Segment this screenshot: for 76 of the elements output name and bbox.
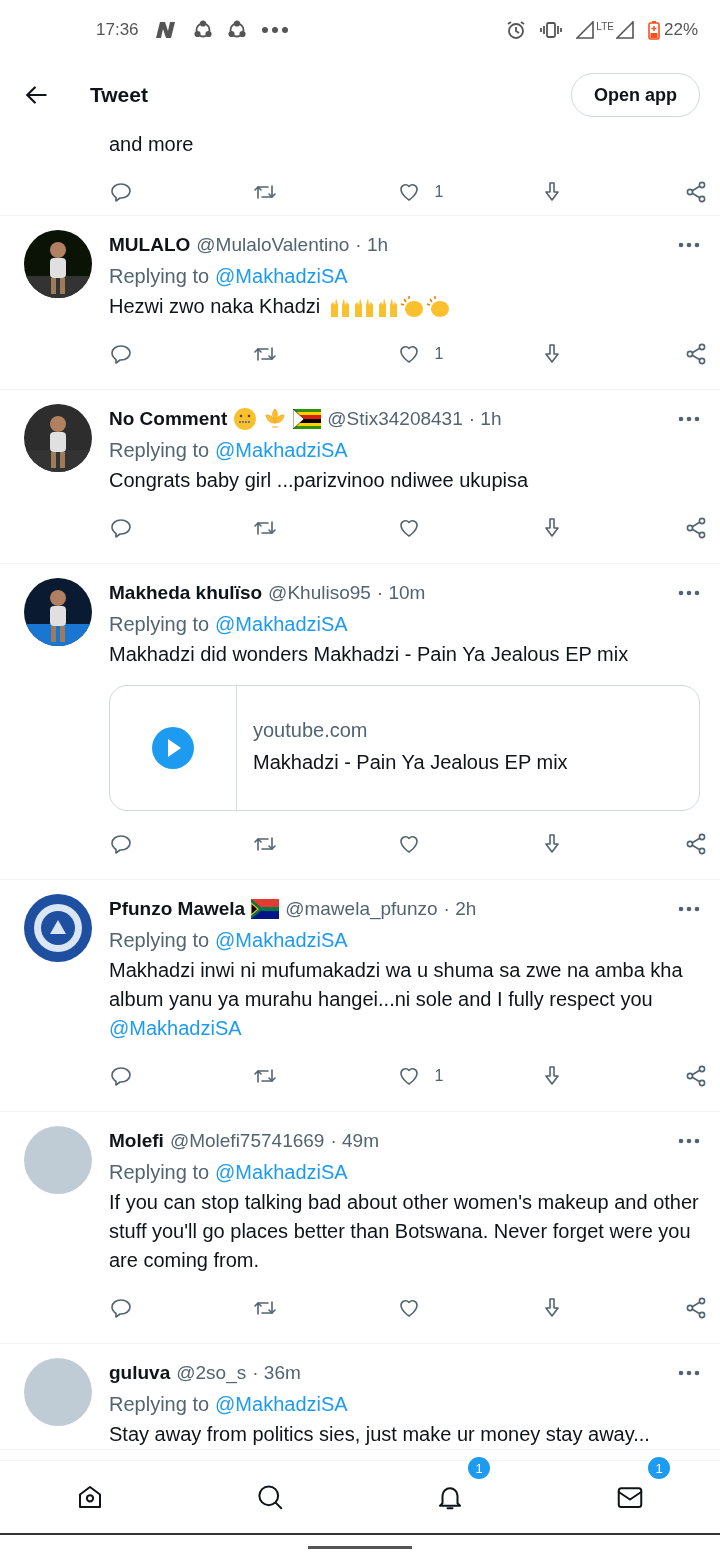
battery-level: 22%: [663, 20, 698, 40]
handle[interactable]: @Molefi75741669: [169, 1130, 325, 1152]
more-icon: [260, 26, 289, 34]
reply-icon[interactable]: [109, 180, 133, 204]
display-name[interactable]: No Comment: [109, 408, 228, 430]
share-icon[interactable]: [684, 1064, 708, 1088]
notification-badge: 1: [646, 1455, 672, 1481]
signal-icon: [576, 21, 595, 39]
zipper-face-emoji-icon: [233, 407, 258, 431]
clock: 17:36: [96, 20, 139, 40]
handle[interactable]: @mawela_pfunzo: [285, 898, 438, 920]
handle[interactable]: @Khuliso95: [268, 582, 371, 604]
reply-icon[interactable]: [109, 1064, 133, 1088]
like-count: 1: [434, 1067, 444, 1085]
share-icon[interactable]: [684, 1296, 708, 1320]
fleur-de-lis-icon: [263, 407, 288, 431]
display-name[interactable]: Pfunzo Mawela: [109, 898, 246, 920]
replying-label: Replying to: [109, 264, 210, 288]
replying-label: Replying to: [109, 612, 210, 636]
display-name[interactable]: Makheda khulïso: [109, 582, 263, 604]
more-icon[interactable]: [678, 590, 700, 596]
like-count: 1: [434, 345, 444, 363]
tweet-text: Hezwi zwo naka Khadzi: [109, 294, 321, 319]
network-type: LTE: [596, 21, 614, 32]
replying-label: Replying to: [109, 1160, 210, 1184]
share-icon[interactable]: [684, 180, 708, 204]
tweet-text: Makhadzi did wonders Makhadzi - Pain Ya Jealous EP mix: [109, 642, 629, 667]
timestamp: · 49m: [330, 1130, 379, 1152]
replying-label: Replying to: [109, 928, 210, 952]
handle[interactable]: @MulaloValentino: [196, 234, 350, 256]
play-icon: [151, 726, 195, 770]
share-icon[interactable]: [684, 832, 708, 856]
timestamp: · 1h: [355, 234, 389, 256]
link-title: Makhadzi - Pain Ya Jealous EP mix: [253, 750, 568, 775]
sync-icon: [226, 20, 247, 40]
reply-icon[interactable]: [109, 832, 133, 856]
notification-badge: 1: [466, 1455, 492, 1481]
tweet-text: Makhadzi inwi ni mufumakadzi wa u shuma sa zwe na amba kha album yanu ya murahu hangei...ni sole and I fully respect you @MakhadziSA: [109, 958, 684, 1041]
sync-icon: [192, 20, 213, 40]
more-icon[interactable]: [678, 242, 700, 248]
tweet-text: and more: [109, 132, 195, 157]
timestamp: · 2h: [443, 898, 477, 920]
zimbabwe-flag-icon: [293, 409, 322, 429]
handle[interactable]: @Stix34208431: [327, 408, 463, 430]
timestamp: · 1h: [468, 408, 502, 430]
more-icon[interactable]: [678, 1138, 700, 1144]
tweet-text: If you can stop talking bad about other women's makeup and other stuff you'll go places better than Botswana. Never forget were you are coming from.: [109, 1190, 700, 1273]
link-card[interactable]: youtube.com Makhadzi - Pain Ya Jealous EP mix: [109, 685, 700, 811]
battery-charging-icon: [647, 20, 660, 40]
replying-label: Replying to: [109, 1392, 210, 1416]
page-title: Tweet: [90, 83, 149, 107]
tweet-text: Congrats baby girl ...parizvinoo ndiwee ukupisa: [109, 468, 529, 493]
open-app-button[interactable]: Open app: [571, 73, 700, 117]
link-domain: youtube.com: [253, 719, 369, 742]
search-icon[interactable]: [255, 1482, 285, 1512]
share-icon[interactable]: [684, 342, 708, 366]
reply-icon[interactable]: [109, 516, 133, 540]
more-icon[interactable]: [678, 1370, 700, 1376]
more-icon[interactable]: [678, 416, 700, 422]
signal-icon: [615, 21, 634, 39]
display-name[interactable]: MULALO: [109, 234, 191, 256]
like-count: 1: [434, 183, 444, 201]
display-name[interactable]: Molefi: [109, 1130, 164, 1152]
timestamp: · 36m: [252, 1362, 301, 1384]
alarm-icon: [506, 20, 527, 40]
more-icon[interactable]: [678, 906, 700, 912]
timestamp: · 10m: [376, 582, 426, 604]
reply-icon[interactable]: [109, 342, 133, 366]
display-name[interactable]: guluva: [109, 1362, 171, 1384]
vibrate-icon: [540, 21, 563, 39]
south-africa-flag-icon: [251, 899, 280, 919]
tweet-text: Stay away from politics sies, just make ur money stay away...: [109, 1422, 650, 1447]
share-icon[interactable]: [684, 516, 708, 540]
handle[interactable]: @2so_s: [176, 1362, 247, 1384]
replying-label: Replying to: [109, 438, 210, 462]
reply-icon[interactable]: [109, 1296, 133, 1320]
